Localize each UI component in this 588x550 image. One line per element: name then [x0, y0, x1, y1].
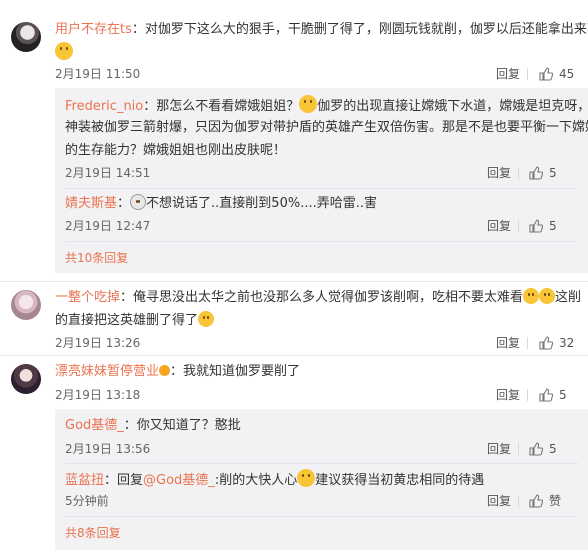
divider [518, 220, 519, 232]
divider [65, 241, 578, 242]
like-button[interactable]: 32 [539, 334, 574, 352]
comment-time: 2月19日 13:18 [55, 388, 141, 402]
like-button[interactable]: 5 [529, 164, 557, 182]
reply-text: 婧夫斯基： 不想说话了..直接削到50%....弄哈雷..害 [65, 194, 377, 211]
more-replies-link[interactable]: 共10条回复 [65, 249, 128, 267]
reply-button[interactable]: 回复 [496, 65, 520, 83]
comment-text: 用户不存在ts：对伽罗下这么大的狠手，干脆删了得了，刚圆玩钱就削，伽罗以后还能拿… [55, 20, 588, 40]
emoji-icon [198, 311, 215, 328]
like-count: 5 [549, 442, 557, 456]
comment-text-line: 的直接把这英雄删了得了 [55, 311, 215, 331]
like-count: 5 [559, 388, 567, 402]
thumbs-up-icon [529, 219, 543, 233]
reply-button[interactable]: 回复 [487, 217, 511, 235]
username-link[interactable]: 蓝盆扭 [65, 473, 104, 488]
divider [65, 463, 578, 464]
divider [65, 516, 578, 517]
divider [0, 355, 588, 356]
thumbs-up-icon [529, 494, 543, 508]
emoji-icon [299, 95, 318, 114]
emoji-icon [55, 42, 73, 61]
divider [65, 188, 578, 189]
reply-time: 2月19日 14:51 [65, 166, 151, 180]
comment-text: 一整个吃掉：俺寻思没出太华之前也没那么多人觉得伽罗该削啊，吃相不要太难看 这削 [55, 288, 582, 305]
avatar[interactable] [11, 364, 41, 394]
username-link[interactable]: 一整个吃掉 [55, 290, 120, 305]
divider [518, 495, 519, 507]
divider [527, 389, 528, 401]
thumbs-up-icon [539, 388, 553, 402]
thumbs-up-icon [529, 442, 543, 456]
thumbs-up-icon [539, 67, 553, 81]
like-count: 45 [559, 67, 575, 81]
username-link[interactable]: 用户不存在ts [55, 22, 132, 37]
avatar[interactable] [11, 290, 41, 320]
reply-button[interactable]: 回复 [487, 440, 511, 458]
like-button[interactable]: 5 [529, 217, 557, 235]
divider [527, 337, 528, 349]
reply-button[interactable]: 回复 [487, 492, 511, 510]
divider [518, 443, 519, 455]
comment-body: ：对伽罗下这么大的狠手，干脆删了得了，刚圆玩钱就削，伽罗以后还能拿出来不能 [131, 22, 588, 37]
mention-link[interactable]: @God基德_ [143, 473, 215, 488]
emoji-icon [523, 288, 556, 305]
divider [518, 167, 519, 179]
emoji-icon [130, 194, 147, 211]
like-label: 赞 [549, 494, 562, 508]
reply-button[interactable]: 回复 [496, 334, 520, 352]
thumbs-up-icon [529, 166, 543, 180]
reply-time: 2月19日 13:56 [65, 442, 151, 456]
like-button[interactable]: 5 [529, 440, 557, 458]
username-link[interactable]: God基德_ [65, 418, 124, 433]
username-link[interactable]: Frederic_nio [65, 99, 143, 114]
comment-time: 2月19日 13:26 [55, 336, 141, 350]
more-replies-link[interactable]: 共8条回复 [65, 524, 121, 542]
divider [527, 68, 528, 80]
vip-badge-icon [159, 364, 171, 379]
reply-button[interactable]: 回复 [496, 386, 520, 404]
like-count: 32 [559, 336, 575, 350]
reply-text-line: 的生存能力？嫦娥姐姐也刚出皮肤呢！ [65, 143, 287, 158]
reply-button[interactable]: 回复 [487, 164, 511, 182]
emoji-icon [297, 469, 316, 488]
divider [0, 281, 588, 282]
comment-time: 2月19日 11:50 [55, 67, 141, 81]
reply-text: 蓝盆扭：回复@God基德_:削的大快人心 建议获得当初黄忠相同的待遇 [65, 469, 484, 491]
reply-time: 5分钟前 [65, 494, 109, 508]
username-link[interactable]: 婧夫斯基 [65, 196, 117, 211]
reply-text: Frederic_nio：那怎么不看看嫦娥姐姐？ 伽罗的出现直接让嫦娥下水道，嫦娥… [65, 95, 588, 117]
avatar[interactable] [11, 22, 41, 52]
reply-time: 2月19日 12:47 [65, 219, 151, 233]
like-count: 5 [549, 166, 557, 180]
reply-text-line: 神装被伽罗三箭射爆，只因为伽罗对带护盾的英雄产生双倍伤害。那是不是也要平衡一下嫦… [65, 120, 588, 135]
thumbs-up-icon [539, 336, 553, 350]
like-button[interactable]: 5 [539, 386, 567, 404]
username-link[interactable]: 漂亮妹妹暂停营业 [55, 364, 159, 379]
like-count: 5 [549, 219, 557, 233]
reply-text: God基德_：你又知道了？憨批 [65, 418, 241, 433]
like-button[interactable]: 45 [539, 65, 574, 83]
comment-text: 漂亮妹妹暂停营业 ：我就知道伽罗要削了 [55, 364, 301, 379]
like-button[interactable]: 赞 [529, 492, 561, 510]
